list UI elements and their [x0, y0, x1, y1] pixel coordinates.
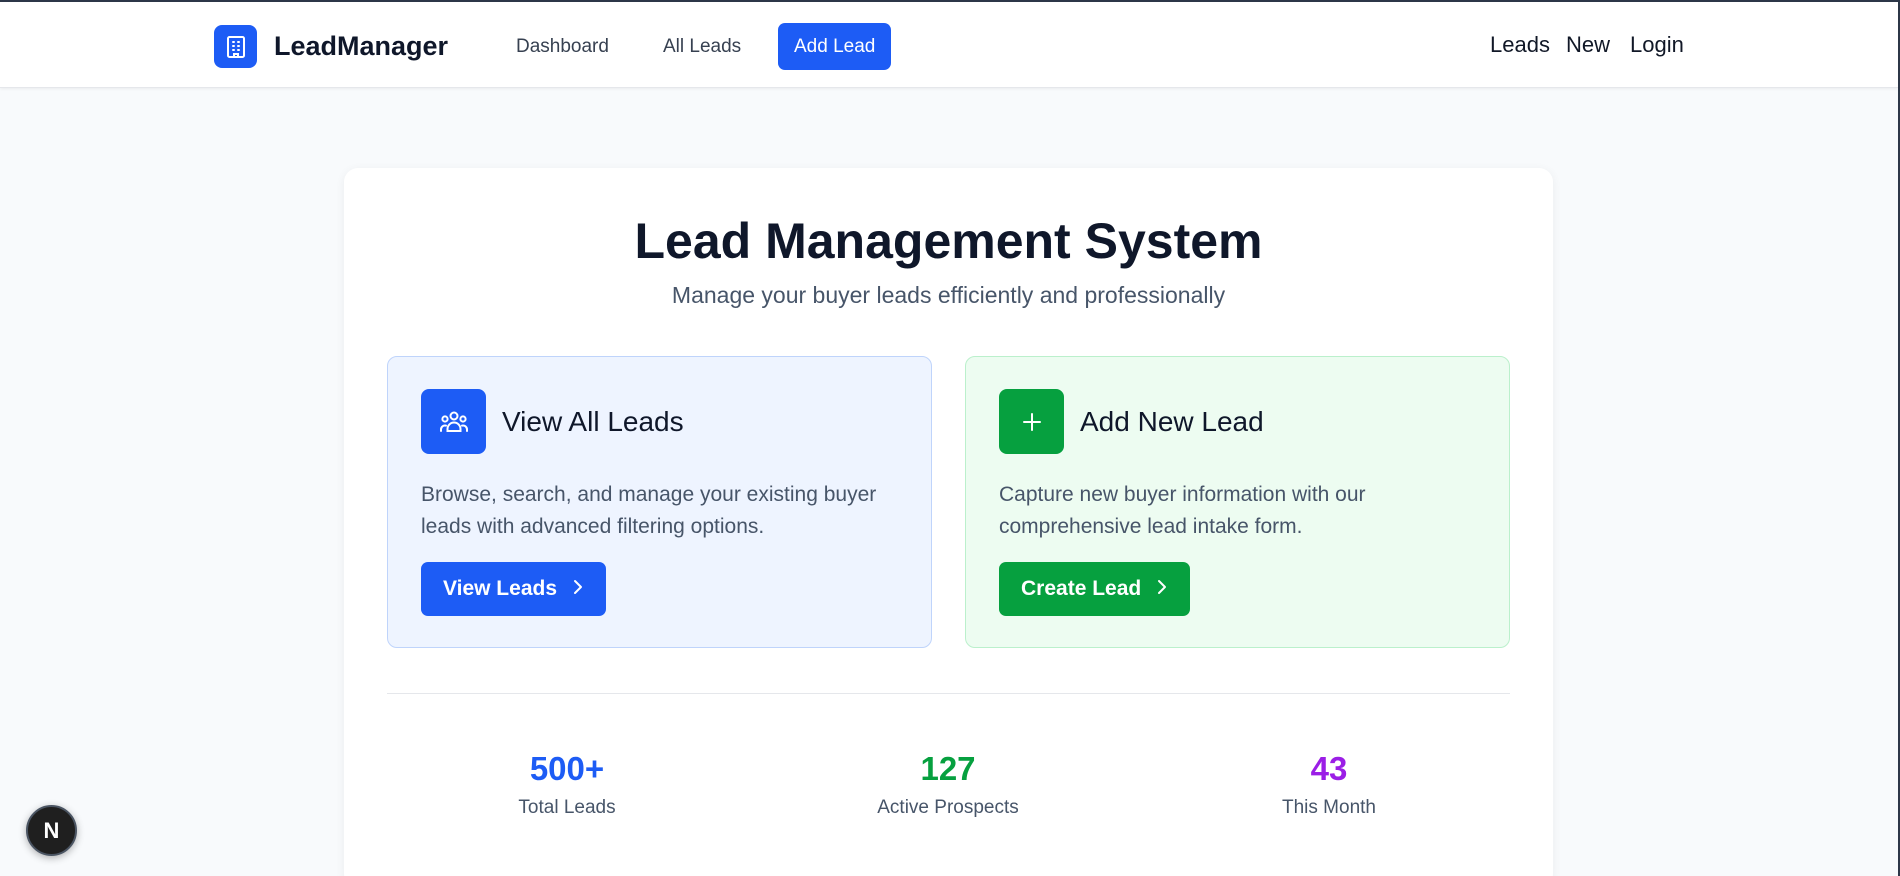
feature-title: Add New Lead: [1080, 406, 1264, 437]
app-window: LeadManager Dashboard All Leads Add Lead…: [0, 0, 1900, 876]
main-card: Lead Management System Manage your buyer…: [344, 168, 1553, 876]
nav-right-login[interactable]: Login: [1630, 32, 1684, 58]
plus-icon: [999, 389, 1064, 454]
nav-right-new[interactable]: New: [1566, 32, 1610, 58]
view-leads-button[interactable]: View Leads: [421, 562, 606, 616]
page-title: Lead Management System: [634, 213, 1263, 269]
stat-label: This Month: [1282, 797, 1376, 818]
stat-value: 43: [1310, 750, 1348, 787]
nav-link-dashboard[interactable]: Dashboard: [500, 23, 625, 70]
stat-this-month: 43 This Month: [1179, 750, 1479, 819]
stat-value: 500+: [529, 750, 605, 787]
feature-card-view-leads: View All Leads Browse, search, and manag…: [387, 356, 932, 648]
feature-card-add-lead: Add New Lead Capture new buyer informati…: [965, 356, 1510, 648]
building-icon: [214, 25, 257, 68]
top-navbar: LeadManager Dashboard All Leads Add Lead…: [0, 2, 1898, 88]
stat-active-prospects: 127 Active Prospects: [798, 750, 1098, 819]
feature-title: View All Leads: [502, 406, 684, 437]
feature-description: Capture new buyer information with our c…: [999, 483, 1366, 538]
dev-tools-badge[interactable]: N: [26, 805, 77, 856]
feature-description: Browse, search, and manage your existing…: [421, 483, 877, 538]
brand[interactable]: LeadManager: [214, 25, 448, 68]
stat-total-leads: 500+ Total Leads: [417, 750, 717, 819]
stat-label: Total Leads: [518, 797, 616, 818]
section-divider: [387, 693, 1510, 694]
chevron-right-icon: [573, 577, 583, 601]
nav-link-add-lead[interactable]: Add Lead: [778, 23, 892, 70]
create-lead-button[interactable]: Create Lead: [999, 562, 1190, 616]
users-icon: [421, 389, 486, 454]
stat-value: 127: [920, 750, 976, 787]
page-subtitle: Manage your buyer leads efficiently and …: [671, 282, 1226, 308]
button-label: View Leads: [443, 577, 558, 600]
stat-label: Active Prospects: [877, 797, 1019, 818]
brand-name: LeadManager: [274, 31, 449, 61]
button-label: Create Lead: [1021, 577, 1142, 600]
nav-link-all-leads[interactable]: All Leads: [647, 23, 757, 70]
chevron-right-icon: [1157, 577, 1167, 601]
nav-right-leads[interactable]: Leads: [1490, 32, 1550, 58]
